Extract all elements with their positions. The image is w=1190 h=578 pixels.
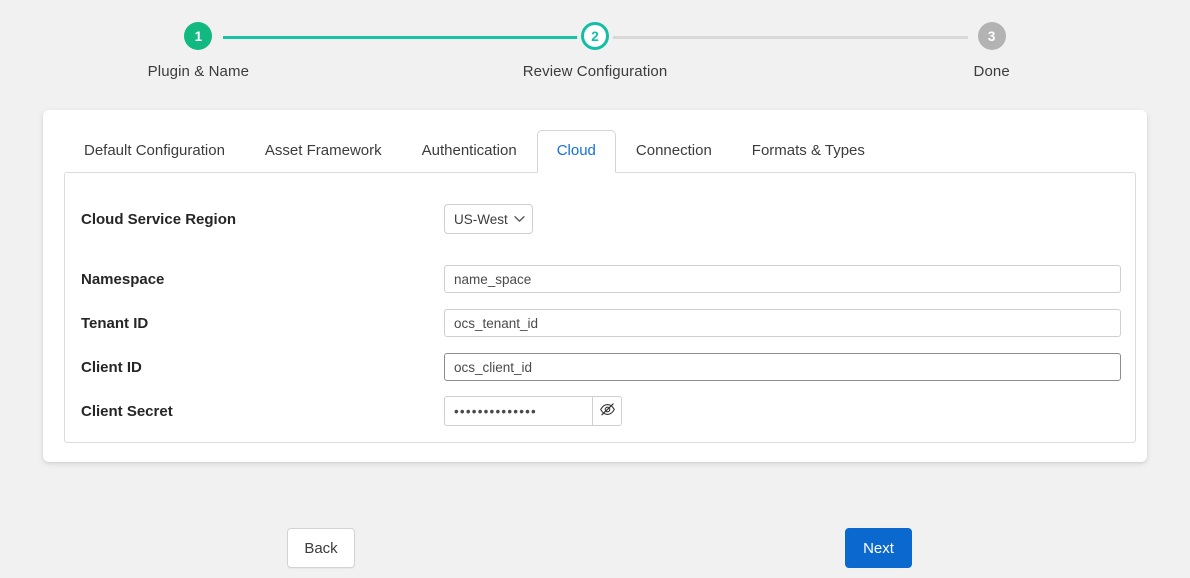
step-2-circle: 2 — [581, 22, 609, 50]
client-id-input[interactable] — [444, 353, 1121, 381]
stepper-step-1[interactable]: 1 Plugin & Name — [0, 22, 397, 90]
form-row-client-secret: Client Secret — [65, 389, 1135, 433]
step-3-label: Done — [793, 63, 1190, 80]
label-namespace: Namespace — [81, 271, 444, 288]
form-row-tenant-id: Tenant ID — [65, 301, 1135, 345]
tab-authentication[interactable]: Authentication — [402, 130, 537, 173]
namespace-input[interactable] — [444, 265, 1121, 293]
step-1-label: Plugin & Name — [0, 63, 397, 80]
step-1-circle: 1 — [184, 22, 212, 50]
wizard-stepper: 1 Plugin & Name 2 Review Configuration 3… — [0, 0, 1190, 90]
step-3-number: 3 — [988, 29, 996, 44]
step-1-number: 1 — [195, 29, 203, 44]
wizard-footer: Back Next — [0, 528, 1190, 570]
tab-default-configuration[interactable]: Default Configuration — [64, 130, 245, 173]
form-row-namespace: Namespace — [65, 257, 1135, 301]
form-row-cloud-service-region: Cloud Service Region US-West — [65, 197, 1135, 241]
tab-bar: Default Configuration Asset Framework Au… — [43, 110, 1147, 172]
client-secret-input[interactable] — [444, 396, 592, 426]
eye-slash-icon-button[interactable] — [592, 396, 622, 426]
stepper-steps: 1 Plugin & Name 2 Review Configuration 3… — [0, 22, 1190, 90]
cloud-tab-panel: Cloud Service Region US-West Namespace T… — [64, 172, 1136, 443]
label-tenant-id: Tenant ID — [81, 315, 444, 332]
label-cloud-service-region: Cloud Service Region — [81, 211, 444, 228]
stepper-step-2[interactable]: 2 Review Configuration — [397, 22, 794, 90]
client-secret-group — [444, 396, 622, 426]
tab-asset-framework[interactable]: Asset Framework — [245, 130, 402, 173]
next-button[interactable]: Next — [845, 528, 912, 568]
tab-connection[interactable]: Connection — [616, 130, 732, 173]
label-client-id: Client ID — [81, 359, 444, 376]
form-row-client-id: Client ID — [65, 345, 1135, 389]
tenant-id-input[interactable] — [444, 309, 1121, 337]
back-button[interactable]: Back — [287, 528, 355, 568]
eye-slash-icon — [599, 402, 616, 420]
label-client-secret: Client Secret — [81, 403, 444, 420]
cloud-service-region-select[interactable]: US-West — [444, 204, 533, 234]
step-3-circle: 3 — [978, 22, 1006, 50]
step-2-label: Review Configuration — [397, 63, 794, 80]
tab-cloud[interactable]: Cloud — [537, 130, 616, 173]
tab-formats-and-types[interactable]: Formats & Types — [732, 130, 885, 173]
stepper-step-3[interactable]: 3 Done — [793, 22, 1190, 90]
cloud-service-region-select-wrap: US-West — [444, 204, 533, 234]
step-2-number: 2 — [591, 29, 599, 44]
